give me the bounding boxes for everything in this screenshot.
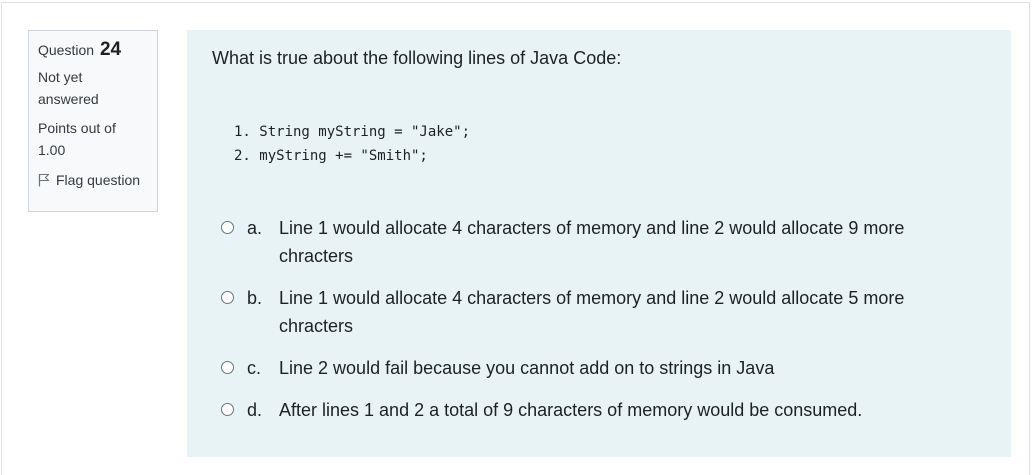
code-line-1: 1. String myString = "Jake"; [234,124,471,140]
question-state: Not yet answered [38,66,148,110]
radio-d[interactable] [221,403,234,416]
radio-a[interactable] [221,221,234,234]
answer-text-b: Line 1 would allocate 4 characters of me… [279,288,905,336]
question-text: What is true about the following lines o… [212,48,622,68]
question-label: Question [38,42,95,58]
question-number: Question 24 [38,39,148,61]
grade-line-2: 1.00 [38,142,66,158]
answer-text-a: Line 1 would allocate 4 characters of me… [279,218,905,266]
question-number-value: 24 [99,39,122,60]
code-line-2: 2. myString += "Smith"; [234,148,428,164]
radio-b[interactable] [221,291,234,304]
answer-option-a[interactable]: a. Line 1 would allocate 4 characters of… [221,214,981,270]
code-block: 1. String myString = "Jake"; 2. myString… [234,120,470,168]
answer-letter-a: a. [247,218,263,238]
answer-text-c: Line 2 would fail because you cannot add… [279,358,775,378]
question-grade: Points out of 1.00 [38,117,148,161]
answer-option-d[interactable]: d. After lines 1 and 2 a total of 9 char… [221,396,981,424]
answer-letter-b: b. [247,288,263,308]
answer-text-d: After lines 1 and 2 a total of 9 charact… [279,400,863,420]
answer-letter-c: c. [247,358,262,378]
answer-option-b[interactable]: b. Line 1 would allocate 4 characters of… [221,284,981,340]
flag-icon [38,173,50,187]
grade-line-1: Points out of [38,120,116,136]
state-line-1: Not yet [38,69,83,85]
state-line-2: answered [38,91,99,107]
flag-question-button[interactable]: Flag question [38,172,148,188]
radio-c[interactable] [221,361,234,374]
question-info-panel: Question 24 Not yet answered Points out … [28,30,158,212]
answer-option-c[interactable]: c. Line 2 would fail because you cannot … [221,354,981,382]
flag-question-label: Flag question [56,172,141,188]
answer-letter-d: d. [247,400,263,420]
answer-options: a. Line 1 would allocate 4 characters of… [221,214,981,424]
question-content: What is true about the following lines o… [187,30,1011,457]
